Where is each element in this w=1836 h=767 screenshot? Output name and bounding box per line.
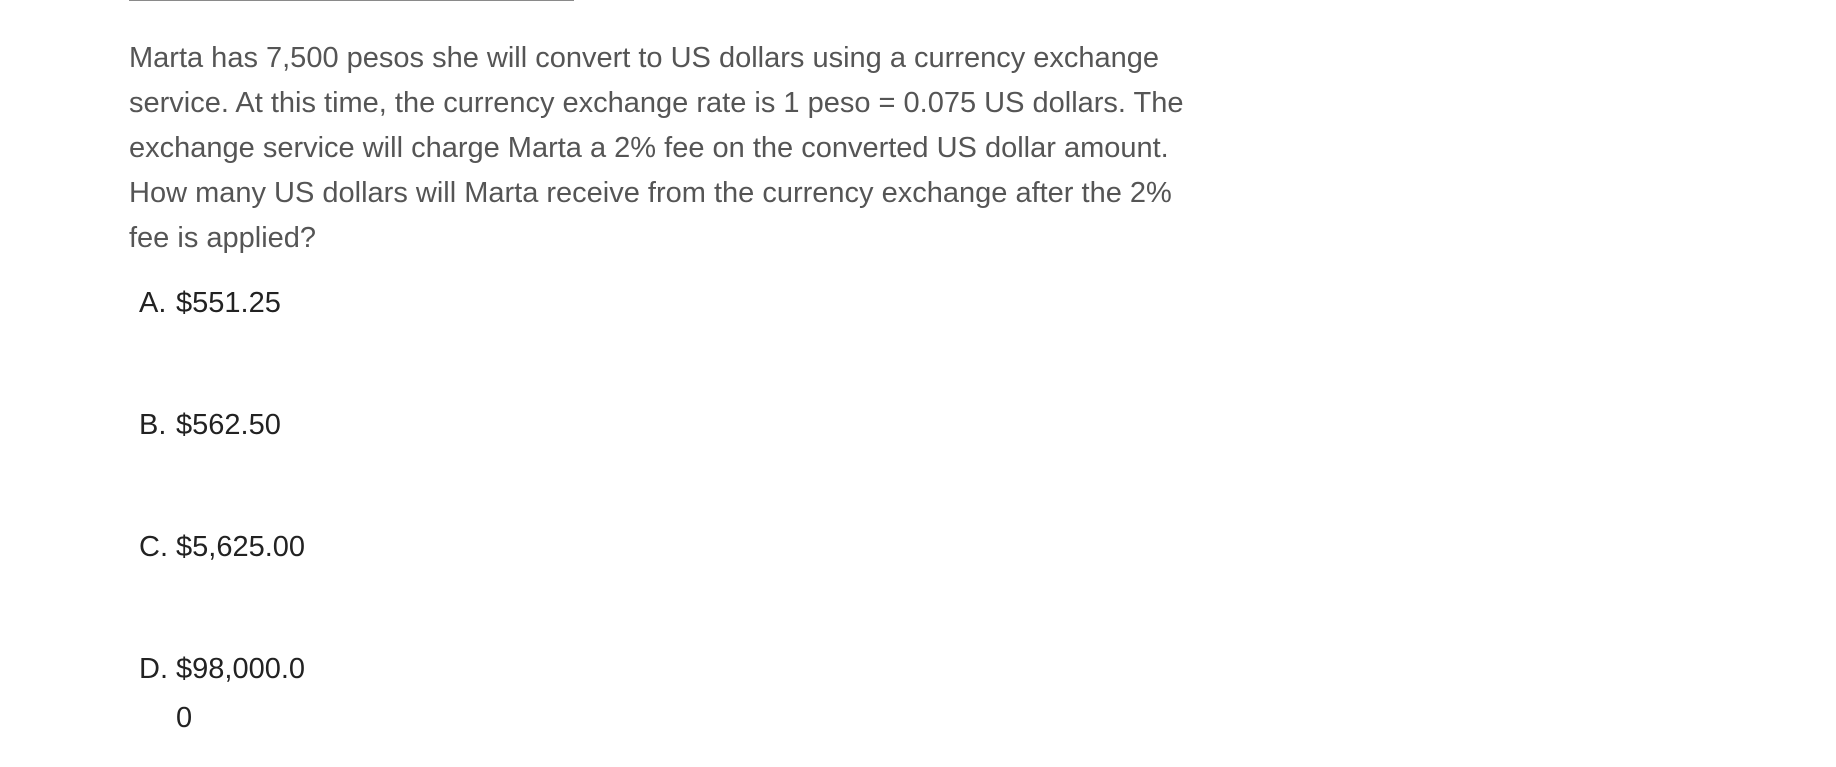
choice-text: $562.50 (176, 409, 281, 441)
choice-letter: C. (139, 531, 168, 563)
choice-text: $551.25 (176, 287, 281, 319)
question-text: Marta has 7,500 pesos she will convert t… (129, 42, 1184, 254)
choice-b[interactable]: B. $562.50 (139, 401, 316, 523)
answer-choices: A. $551.25 B. $562.50 C. $5,625.00 D. $9… (139, 279, 316, 767)
top-divider (129, 0, 574, 1)
choice-letter: D. (139, 653, 168, 685)
choice-text: $5,625.00 (176, 531, 306, 563)
choice-letter: B. (139, 409, 167, 441)
choice-a[interactable]: A. $551.25 (139, 279, 316, 401)
choice-text: $98,000.00 (176, 653, 306, 734)
choice-d[interactable]: D. $98,000.00 (139, 645, 316, 767)
choice-letter: A. (139, 287, 167, 319)
choice-c[interactable]: C. $5,625.00 (139, 523, 316, 645)
